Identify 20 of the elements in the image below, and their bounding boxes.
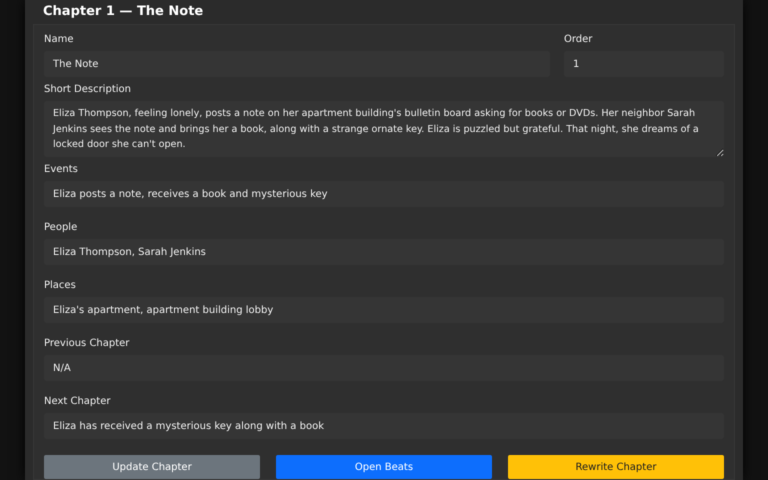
field-label: Previous Chapter [44, 337, 130, 351]
input-field[interactable]: 1 [564, 51, 724, 77]
action-button[interactable]: Open Beats [276, 455, 492, 479]
field-label: Places [44, 279, 77, 293]
input-field[interactable]: Eliza posts a note, receives a book and mysterious key [44, 181, 724, 207]
input-field[interactable]: Eliza's apartment, apartment building lobby [44, 297, 724, 323]
description-field[interactable]: Eliza Thompson, feeling lonely, posts a note on her apartment building's bulletin board asking for books or DVDs. Her neighbor Sarah Jenkins sees the note and brings her a book, along with a strange ornate key. Eliza is puzzled but grateful. That night, she dreams of a locked door she can't open. [44, 101, 724, 157]
input-field[interactable]: Eliza Thompson, Sarah Jenkins [44, 239, 724, 265]
action-button[interactable]: Update Chapter [44, 455, 260, 479]
input-field[interactable]: N/A [44, 355, 724, 381]
field-label: Events [44, 163, 79, 177]
input-field[interactable]: Eliza has received a mysterious key along with a book [44, 413, 724, 439]
action-button[interactable]: Rewrite Chapter [508, 455, 724, 479]
input-field[interactable]: The Note [44, 51, 550, 77]
field-label: Short Description [44, 83, 132, 97]
field-label: Order [564, 33, 594, 47]
chapter-title: Chapter 1 — The Note [42, 3, 204, 21]
field-label: People [44, 221, 78, 235]
field-label: Next Chapter [44, 395, 112, 409]
field-label: Name [44, 33, 75, 47]
